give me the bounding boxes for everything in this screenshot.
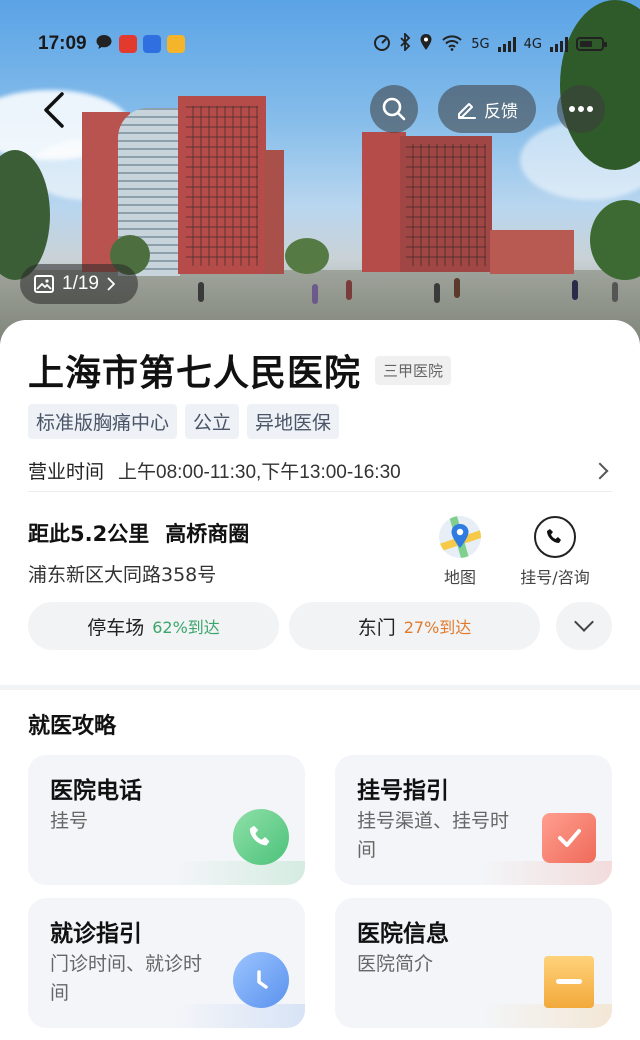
building-right-low xyxy=(490,230,574,274)
photo-counter-text: 1/19 xyxy=(62,273,99,294)
status-bar: 17:09 5G 4G xyxy=(0,28,640,60)
chevron-down-icon xyxy=(574,612,594,632)
photo-gallery-button[interactable]: 1/19 xyxy=(20,264,138,304)
medical-guide-section: 就医攻略 医院电话 挂号 挂号指引 挂号渠道、挂号时间 就诊指引 门诊时间、就诊… xyxy=(0,690,640,1040)
pedestrian xyxy=(434,283,440,303)
tag-list: 标准版胸痛中心 公立 异地医保 xyxy=(28,404,340,439)
tag-insurance: 异地医保 xyxy=(247,404,340,439)
address-text: 浦东新区大同路358号 xyxy=(28,564,217,586)
hospital-name: 上海市第七人民医院 xyxy=(28,353,362,394)
card-glow xyxy=(175,1004,305,1028)
card-subtitle: 挂号渠道、挂号时间 xyxy=(357,810,510,861)
entrance-name: 停车场 xyxy=(87,616,145,639)
map-icon xyxy=(439,516,481,558)
hospital-info-card: 上海市第七人民医院 三甲医院 标准版胸痛中心 公立 异地医保 营业时间 上午08… xyxy=(0,320,640,685)
guide-card-hospital-phone[interactable]: 医院电话 挂号 xyxy=(28,755,305,885)
expand-entrances-button[interactable] xyxy=(556,602,612,650)
pedestrian xyxy=(612,282,618,302)
entrance-name: 东门 xyxy=(357,616,396,639)
network-label-4g: 4G xyxy=(523,36,542,52)
edit-icon xyxy=(458,103,476,119)
card-glow xyxy=(175,861,305,885)
district-text: 高桥商圈 xyxy=(165,522,250,546)
card-subtitle: 医院简介 xyxy=(357,953,434,975)
image-icon xyxy=(34,275,54,293)
grade-badge: 三甲医院 xyxy=(375,355,452,385)
info-card-icon xyxy=(544,956,594,1008)
pedestrian xyxy=(454,278,460,298)
card-title: 医院信息 xyxy=(357,921,449,947)
distance-row: 距此5.2公里 高桥商圈 xyxy=(28,518,249,548)
card-subtitle: 挂号 xyxy=(50,810,89,832)
battery-icon xyxy=(576,37,607,51)
feedback-label: 反馈 xyxy=(484,101,518,122)
entrance-percent: 27%到达 xyxy=(403,618,472,637)
call-label: 挂号/咨询 xyxy=(520,568,590,587)
card-title: 挂号指引 xyxy=(357,778,449,804)
pedestrian xyxy=(312,284,318,304)
wifi-icon xyxy=(441,33,463,55)
message-icon xyxy=(95,33,113,56)
signal-icon xyxy=(497,36,516,52)
hours-label: 营业时间 xyxy=(28,461,105,483)
clock-icon xyxy=(233,952,289,1008)
more-icon xyxy=(569,106,593,112)
system-icons: 5G 4G xyxy=(373,31,607,55)
tree xyxy=(285,238,329,274)
call-button[interactable]: 挂号/咨询 xyxy=(510,516,600,588)
card-glow xyxy=(482,861,612,885)
map-label: 地图 xyxy=(443,568,476,587)
entrance-parking-pill[interactable]: 停车场 62%到达 xyxy=(28,602,279,650)
hours-value: 上午08:00-11:30,下午13:00-16:30 xyxy=(118,462,401,483)
bluetooth-icon xyxy=(399,31,411,55)
tag-chest-pain-center: 标准版胸痛中心 xyxy=(28,404,178,439)
notification-icons xyxy=(95,33,185,56)
search-button[interactable] xyxy=(370,85,418,133)
entrance-percent: 62%到达 xyxy=(152,618,220,637)
shield-app-icon xyxy=(142,35,161,53)
section-title: 就医攻略 xyxy=(28,714,117,739)
chevron-right-icon xyxy=(107,277,115,291)
card-subtitle: 门诊时间、就诊时间 xyxy=(50,953,203,1004)
guide-card-hospital-info[interactable]: 医院信息 医院简介 xyxy=(335,898,612,1028)
tree xyxy=(590,200,640,280)
building-left-main xyxy=(178,96,266,274)
speed-icon xyxy=(373,33,391,55)
calendar-check-icon xyxy=(542,813,596,863)
title-row: 上海市第七人民医院 三甲医院 xyxy=(28,344,452,396)
feedback-button[interactable]: 反馈 xyxy=(438,85,536,133)
more-button[interactable] xyxy=(557,85,605,133)
distance-text: 距此5.2公里 xyxy=(28,522,150,546)
app-notification-icon xyxy=(118,35,137,53)
pedestrian xyxy=(198,282,204,302)
guide-card-visit[interactable]: 就诊指引 门诊时间、就诊时间 xyxy=(28,898,305,1028)
tag-public: 公立 xyxy=(185,404,240,439)
business-hours-row[interactable]: 营业时间 上午08:00-11:30,下午13:00-16:30 xyxy=(28,450,612,492)
phone-icon xyxy=(534,516,576,558)
building-left-annex xyxy=(264,150,284,274)
building-right-main xyxy=(400,136,492,272)
phone-icon xyxy=(233,809,289,865)
status-time: 17:09 xyxy=(38,33,87,54)
signal-icon xyxy=(550,36,568,52)
entrance-east-gate-pill[interactable]: 东门 27%到达 xyxy=(289,602,540,650)
chevron-left-icon xyxy=(44,92,64,128)
card-title: 医院电话 xyxy=(50,778,142,804)
pedestrian xyxy=(346,280,352,300)
search-icon xyxy=(382,97,406,121)
location-icon xyxy=(419,33,433,55)
guide-card-registration[interactable]: 挂号指引 挂号渠道、挂号时间 xyxy=(335,755,612,885)
app-notification-icon xyxy=(166,35,185,53)
network-label-5g: 5G xyxy=(471,36,490,52)
map-button[interactable]: 地图 xyxy=(415,516,505,588)
chevron-right-icon xyxy=(591,462,609,479)
back-button[interactable] xyxy=(38,88,74,132)
pedestrian xyxy=(572,280,578,300)
card-title: 就诊指引 xyxy=(50,921,142,947)
